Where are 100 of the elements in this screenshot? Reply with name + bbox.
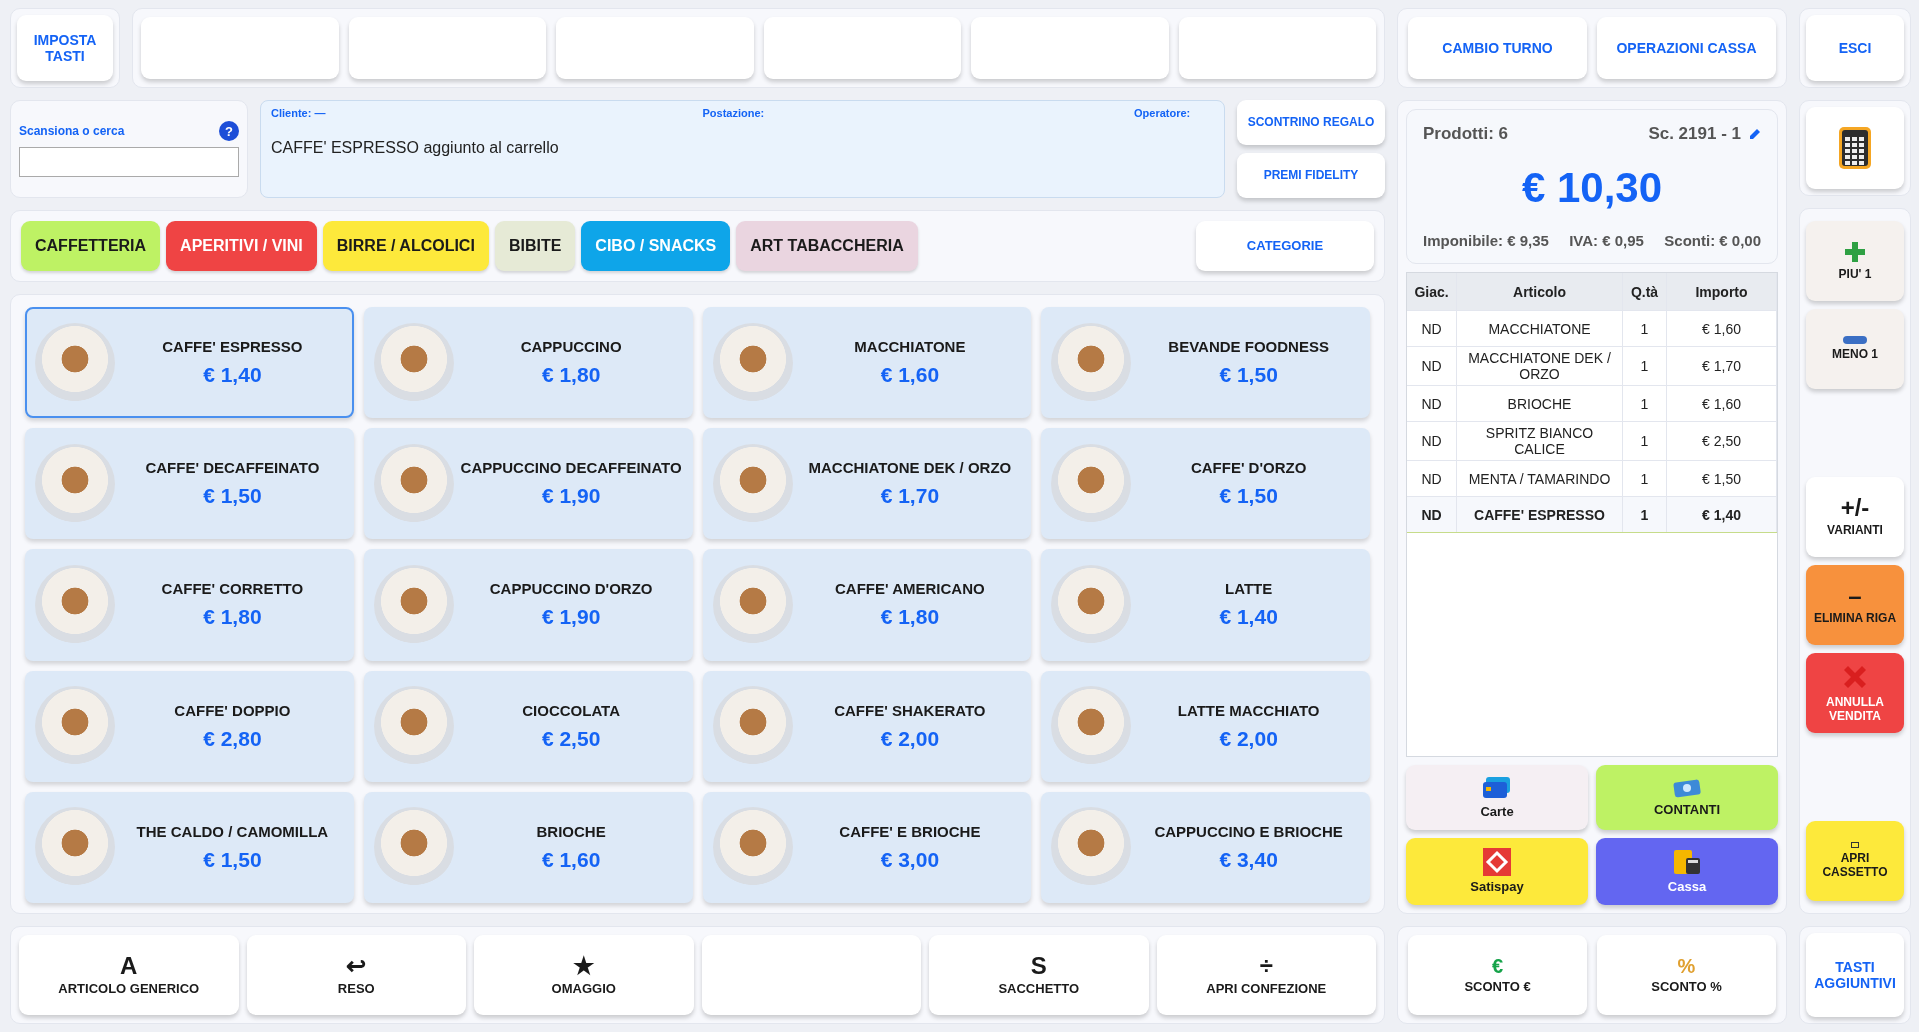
cart-row[interactable]: ND MENTA / TAMARINDO 1 € 1,50 [1407, 461, 1777, 497]
product-name: LATTE MACCHIATO [1177, 701, 1320, 719]
table-cell: 1 [1623, 497, 1667, 532]
cart-row[interactable]: ND MACCHIATONE 1 € 1,60 [1407, 311, 1777, 347]
product-tile[interactable]: CAFFE' SHAKERATO € 2,00 [702, 670, 1032, 782]
product-tile[interactable]: CAPPUCCINO E BRIOCHE € 3,40 [1041, 791, 1370, 903]
more-keys-button[interactable]: TASTI AGGIUNTIVI [1806, 933, 1904, 1017]
function-key[interactable]: ★ OMAGGIO [474, 935, 694, 1015]
setup-keys-button[interactable]: IMPOSTA TASTI [17, 15, 113, 81]
table-cell: € 1,60 [1667, 311, 1777, 346]
category-tab[interactable]: ART TABACCHERIA [736, 221, 918, 271]
cart-row[interactable]: ND MACCHIATONE DEK / ORZO 1 € 1,70 [1407, 347, 1777, 386]
category-tab[interactable]: CAFFETTERIA [21, 221, 161, 271]
function-key[interactable]: ÷ APRI CONFEZIONE [1156, 935, 1376, 1015]
product-name: BRIOCHE [536, 822, 606, 840]
empty-key[interactable] [141, 17, 339, 79]
empty-key[interactable] [556, 17, 754, 79]
pencil-icon[interactable] [1749, 128, 1761, 140]
product-tile[interactable]: MACCHIATONE € 1,60 [702, 307, 1032, 419]
product-price: € 1,40 [203, 363, 262, 388]
product-name: MACCHIATONE DEK / ORZO [808, 459, 1012, 477]
product-price: € 2,00 [1219, 726, 1278, 751]
cart-row[interactable]: ND BRIOCHE 1 € 1,60 [1407, 386, 1777, 422]
product-price: € 1,60 [880, 363, 940, 388]
table-cell: MACCHIATONE [1457, 311, 1623, 346]
tool-button[interactable]: +/- VARIANTI [1806, 477, 1904, 557]
receipt-calculator-icon [1672, 848, 1702, 877]
product-tile[interactable]: CIOCCOLATA € 2,50 [363, 670, 693, 782]
product-price: € 2,80 [203, 726, 262, 751]
table-cell: ND [1407, 497, 1457, 532]
search-field[interactable] [19, 147, 239, 177]
product-price: € 1,70 [880, 484, 940, 509]
key-label: SACCHETTO [998, 981, 1080, 997]
category-tab[interactable]: APERITIVI / VINI [166, 221, 317, 271]
product-tile[interactable]: BEVANDE FOODNESS € 1,50 [1041, 307, 1370, 419]
discount-button[interactable]: € SCONTO € [1408, 935, 1587, 1015]
product-tile[interactable]: CAFFE' CORRETTO € 1,80 [25, 549, 354, 661]
product-name: THE CALDO / CAMOMILLA [136, 822, 329, 840]
product-tile[interactable]: CAFFE' DOPPIO € 2,80 [25, 670, 354, 782]
tool-button[interactable]: PIU' 1 [1806, 221, 1904, 301]
empty-key[interactable] [701, 935, 921, 1015]
product-price: € 1,50 [1219, 363, 1278, 388]
payment-button[interactable]: CONTANTI [1596, 765, 1778, 830]
help-icon[interactable]: ? [219, 121, 239, 141]
product-price: € 1,50 [203, 484, 262, 509]
products-count: Prodotti: 6 [1423, 124, 1508, 144]
category-tab[interactable]: BIBITE [494, 221, 576, 271]
discount-button[interactable]: % SCONTO % [1597, 935, 1776, 1015]
shift-change-button[interactable]: CAMBIO TURNO [1408, 17, 1587, 79]
product-price: € 1,40 [1219, 605, 1278, 630]
empty-key[interactable] [348, 17, 546, 79]
empty-key[interactable] [1178, 17, 1376, 79]
empty-key[interactable] [971, 17, 1169, 79]
product-tile[interactable]: MACCHIATONE DEK / ORZO € 1,70 [702, 428, 1032, 540]
product-name: CAPPUCCINO DECAFFEINATO [460, 459, 682, 477]
product-tile[interactable]: THE CALDO / CAMOMILLA € 1,50 [25, 791, 354, 903]
product-tile[interactable]: CAFFE' D'ORZO € 1,50 [1041, 428, 1370, 540]
key-glyph: S [1030, 953, 1047, 978]
product-tile[interactable]: LATTE MACCHIATO € 2,00 [1041, 670, 1370, 782]
product-tile[interactable]: CAFFE' AMERICANO € 1,80 [702, 549, 1032, 661]
discount-symbol: % [1677, 955, 1696, 976]
empty-key[interactable] [763, 17, 961, 79]
table-cell: 1 [1623, 311, 1667, 346]
action-button[interactable]: SCONTRINO REGALO [1237, 100, 1385, 145]
function-key[interactable]: ↩ RESO [246, 935, 466, 1015]
action-button[interactable]: PREMI FIDELITY [1237, 153, 1385, 198]
product-tile[interactable]: CAFFE' DECAFFEINATO € 1,50 [25, 428, 354, 540]
product-name: CAFFE' D'ORZO [1190, 459, 1307, 477]
product-tile[interactable]: CAPPUCCINO D'ORZO € 1,90 [363, 549, 693, 661]
table-cell: ND [1407, 386, 1457, 421]
tool-button[interactable]: MENO 1 [1806, 309, 1904, 389]
categories-button[interactable]: CATEGORIE [1196, 221, 1374, 271]
product-price: € 2,00 [880, 726, 940, 751]
payment-button[interactable]: Satispay [1406, 838, 1588, 905]
function-key[interactable]: A ARTICOLO GENERICO [19, 935, 239, 1015]
calculator-button[interactable] [1806, 107, 1904, 189]
product-tile[interactable]: CAFFE' E BRIOCHE € 3,00 [702, 791, 1032, 903]
product-price: € 2,50 [541, 726, 601, 751]
payment-button[interactable]: Carte [1406, 765, 1588, 830]
cart-row[interactable]: ND CAFFE' ESPRESSO 1 € 1,40 [1407, 497, 1777, 533]
product-price: € 3,40 [1219, 847, 1278, 872]
table-cell: € 1,40 [1667, 497, 1777, 532]
key-label: APRI CONFEZIONE [1206, 981, 1327, 997]
product-tile[interactable]: CAPPUCCINO € 1,80 [363, 307, 693, 419]
product-tile[interactable]: LATTE € 1,40 [1041, 549, 1370, 661]
tool-button[interactable]: APRI CASSETTO [1806, 821, 1904, 901]
product-tile[interactable]: CAFFE' ESPRESSO € 1,40 [25, 307, 354, 419]
product-tile[interactable]: BRIOCHE € 1,60 [363, 791, 693, 903]
product-tile[interactable]: CAPPUCCINO DECAFFEINATO € 1,90 [363, 428, 693, 540]
exit-button[interactable]: ESCI [1806, 15, 1904, 81]
tool-button[interactable]: – ELIMINA RIGA [1806, 565, 1904, 645]
tool-button[interactable]: ANNULLA VENDITA [1806, 653, 1904, 733]
function-key[interactable]: S SACCHETTO [929, 935, 1149, 1015]
register-operations-button[interactable]: OPERAZIONI CASSA [1597, 17, 1776, 79]
cart-row[interactable]: ND SPRITZ BIANCO CALICE 1 € 2,50 [1407, 422, 1777, 461]
status-message: CAFFE' ESPRESSO aggiunto al carrello [271, 139, 560, 157]
category-tab[interactable]: BIRRE / ALCOLICI [322, 221, 489, 271]
table-cell: CAFFE' ESPRESSO [1457, 497, 1623, 532]
payment-button[interactable]: Cassa [1596, 838, 1778, 905]
key-glyph: ★ [572, 953, 595, 978]
